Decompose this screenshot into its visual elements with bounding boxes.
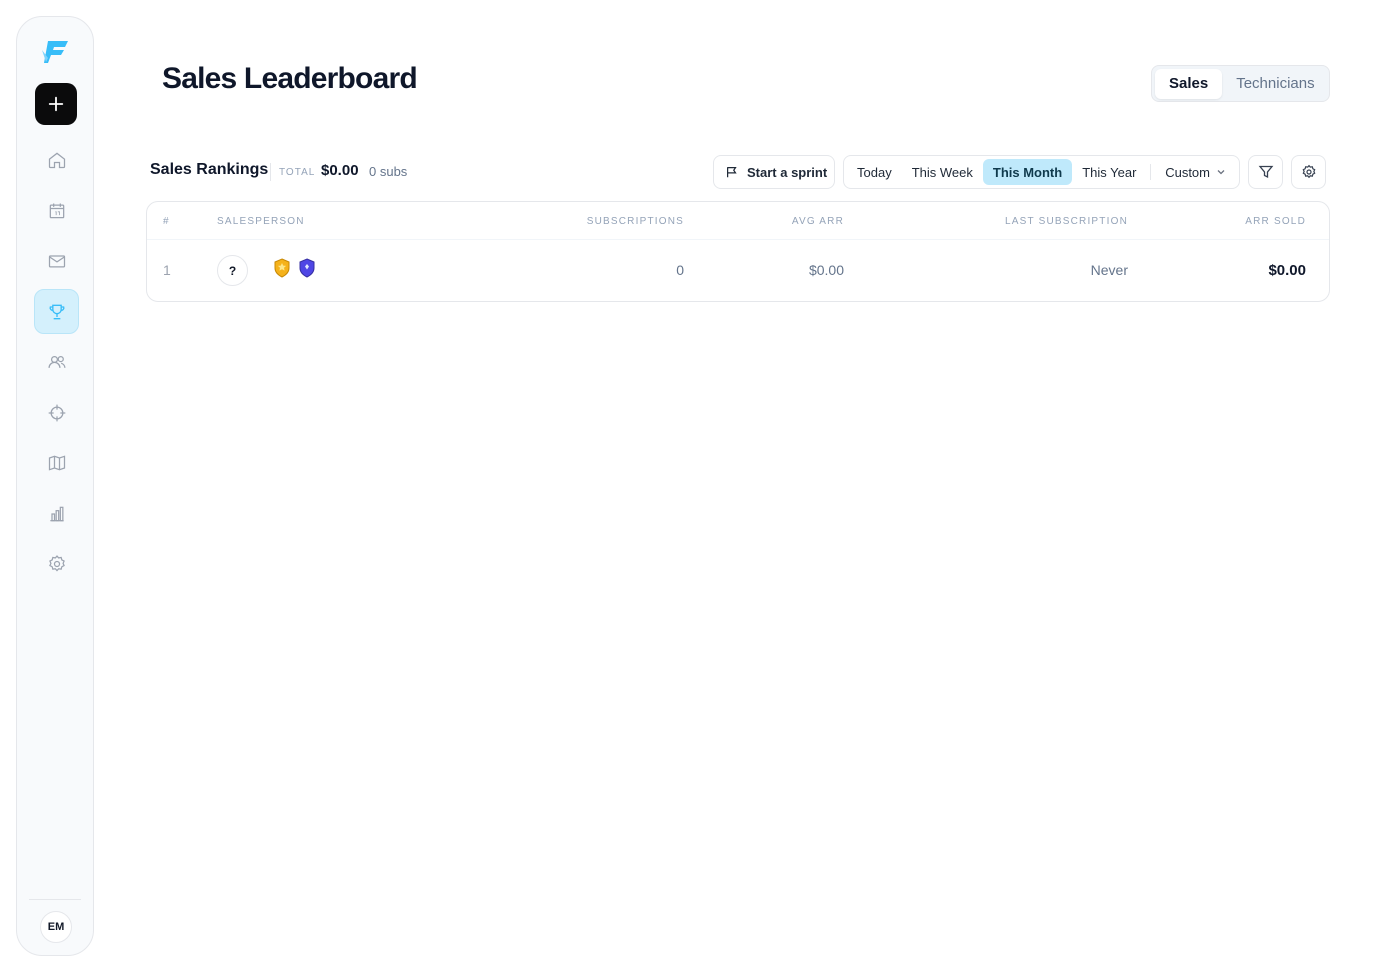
col-rank[interactable]: # <box>163 216 170 227</box>
range-custom[interactable]: Custom <box>1155 159 1236 185</box>
rank-cell: 1 <box>163 262 171 278</box>
app-logo-icon[interactable] <box>40 36 72 68</box>
salesperson-avatar[interactable]: ? <box>217 255 248 286</box>
trophy-icon <box>49 304 64 319</box>
mode-toggle: Sales Technicians <box>1151 65 1330 102</box>
total-label: TOTAL <box>279 167 316 178</box>
filter-icon <box>1258 165 1273 179</box>
gear-icon <box>48 554 65 572</box>
map-icon <box>48 454 65 471</box>
sidebar-item-target[interactable] <box>34 390 79 435</box>
start-sprint-button[interactable]: Start a sprint <box>713 155 835 189</box>
calendar-icon <box>49 203 64 218</box>
sidebar-item-reports[interactable] <box>34 491 79 536</box>
range-this-month[interactable]: This Month <box>982 159 1073 185</box>
sidebar-item-users[interactable] <box>34 339 79 384</box>
avg-arr-cell: $0.00 <box>808 262 844 278</box>
sidebar-item-calendar[interactable] <box>34 188 79 233</box>
arr-sold-cell: $0.00 <box>1268 262 1306 279</box>
col-salesperson[interactable]: Salesperson <box>217 216 305 227</box>
users-icon <box>47 355 66 368</box>
page-title: Sales Leaderboard <box>162 62 418 95</box>
start-sprint-label: Start a sprint <box>747 164 828 180</box>
range-this-week[interactable]: This Week <box>902 159 983 185</box>
total-value: $0.00 <box>321 162 359 179</box>
flag-icon <box>727 167 737 178</box>
blue-badge-icon <box>299 258 315 278</box>
subscriptions-cell: 0 <box>676 262 684 278</box>
last-subscription-cell: Never <box>1090 262 1128 278</box>
subs-count: 0 subs <box>369 164 408 179</box>
sidebar-item-map[interactable] <box>34 440 79 485</box>
rankings-table: # Salesperson Subscriptions Avg ARR Last… <box>146 201 1330 302</box>
divider <box>270 163 271 181</box>
gold-badge-icon <box>274 258 290 278</box>
date-range-selector: Today This Week This Month This Year Cus… <box>843 155 1240 189</box>
create-new-button[interactable] <box>35 83 77 125</box>
col-subscriptions[interactable]: Subscriptions <box>587 216 684 227</box>
user-avatar[interactable]: EM <box>40 911 72 943</box>
col-arr-sold[interactable]: ARR Sold <box>1245 216 1306 227</box>
range-custom-label: Custom <box>1165 164 1210 180</box>
home-icon <box>48 152 65 168</box>
section-title: Sales Rankings <box>150 161 269 178</box>
mail-icon <box>48 254 65 267</box>
sidebar-item-home[interactable] <box>34 137 79 182</box>
crosshair-icon <box>48 404 65 421</box>
table-header: # Salesperson Subscriptions Avg ARR Last… <box>147 202 1329 240</box>
col-avg-arr[interactable]: Avg ARR <box>792 216 844 227</box>
plus-icon <box>48 96 64 112</box>
sidebar-item-leaderboard[interactable] <box>34 289 79 334</box>
gear-icon <box>1302 164 1315 179</box>
filter-button[interactable] <box>1248 155 1283 189</box>
tab-technicians[interactable]: Technicians <box>1222 69 1328 99</box>
bar-chart-icon <box>49 506 64 521</box>
range-divider <box>1150 164 1152 180</box>
tab-sales[interactable]: Sales <box>1155 68 1223 99</box>
col-last-subscription[interactable]: Last Subscription <box>1005 216 1128 227</box>
sidebar: EM <box>16 16 94 956</box>
sidebar-divider <box>29 899 81 900</box>
sidebar-item-mail[interactable] <box>34 238 79 283</box>
range-today[interactable]: Today <box>847 159 902 185</box>
chevron-down-icon <box>1217 170 1225 175</box>
settings-button[interactable] <box>1291 155 1326 189</box>
sidebar-item-settings[interactable] <box>34 541 79 586</box>
range-this-year[interactable]: This Year <box>1072 159 1146 185</box>
